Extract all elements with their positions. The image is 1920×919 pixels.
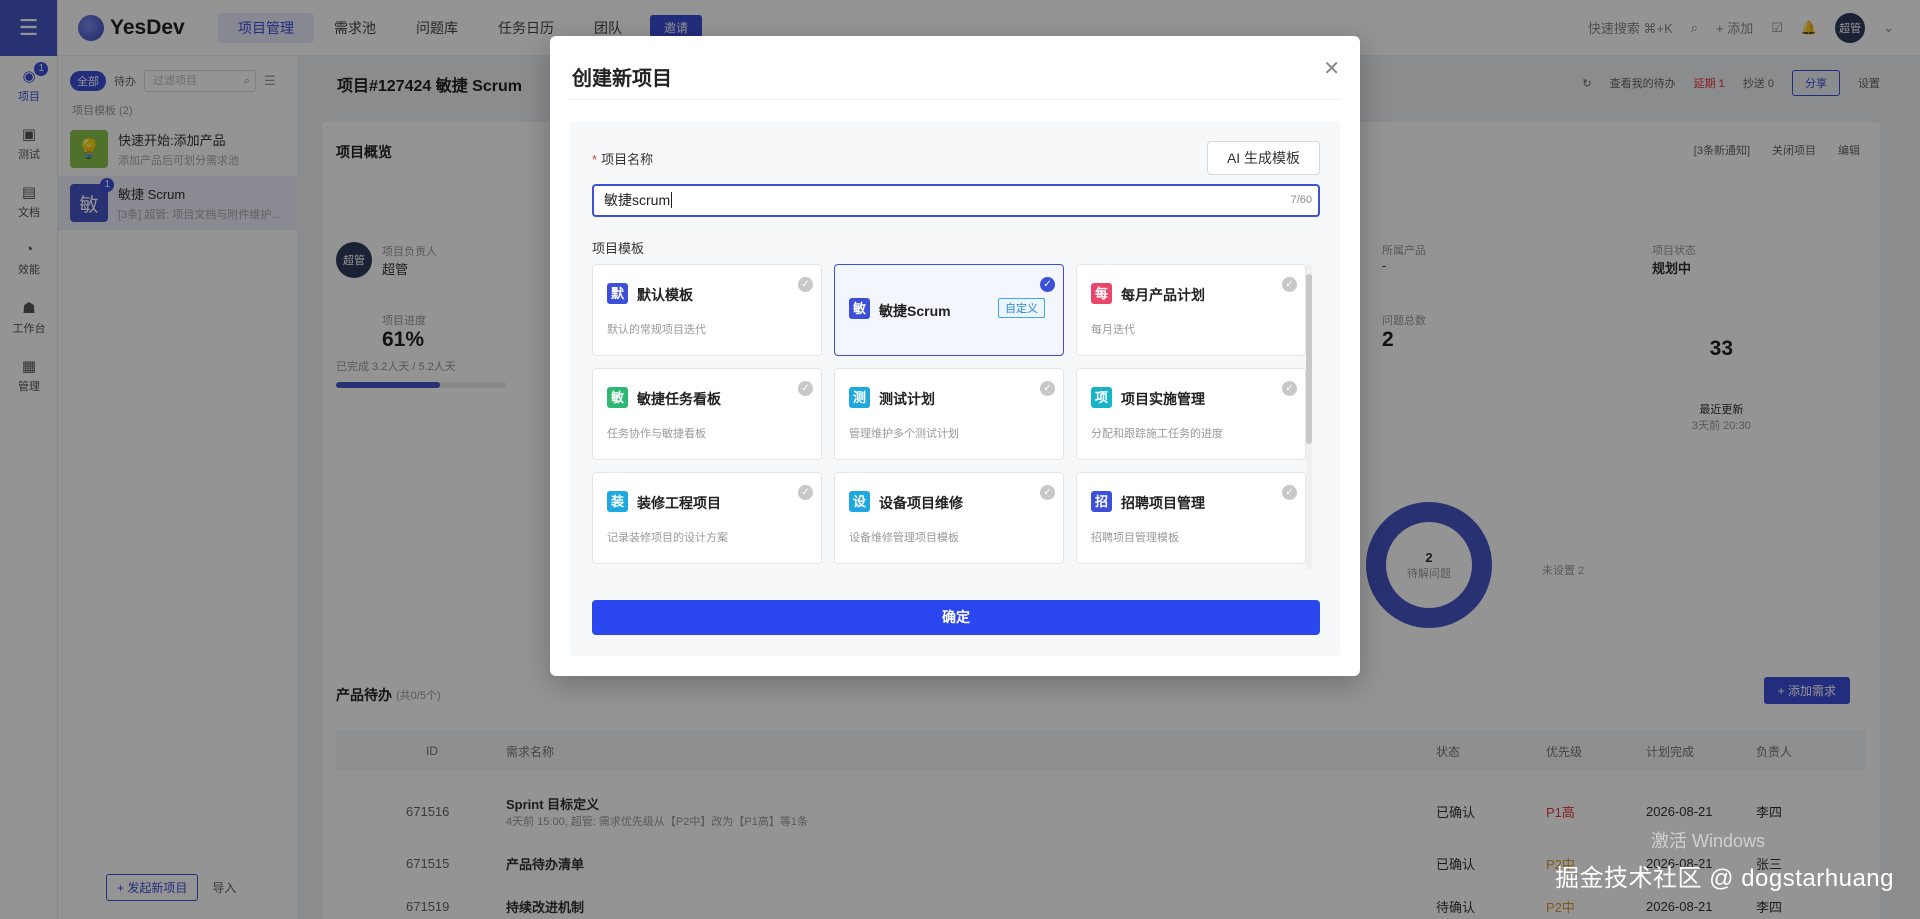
windows-watermark: 激活 Windows: [1650, 831, 1765, 851]
template-name: 招聘项目管理: [1121, 495, 1205, 511]
template-icon: 测: [849, 387, 870, 408]
template-desc: 设备维修管理项目模板: [849, 532, 959, 544]
template-name: 设备项目维修: [879, 495, 963, 511]
template-name: 项目实施管理: [1121, 391, 1205, 407]
community-watermark: 掘金技术社区 @ dogstarhuang: [1555, 865, 1894, 892]
project-name-input[interactable]: 敏捷scrum 7/60: [592, 184, 1320, 217]
template-name: 每月产品计划: [1121, 287, 1205, 303]
project-name-label: * 项目名称: [592, 149, 653, 168]
template-desc: 默认的常规项目迭代: [607, 324, 706, 336]
template-card-scrum[interactable]: 敏 敏捷Scrum 自定义 ✓: [834, 264, 1064, 356]
confirm-button[interactable]: 确定: [592, 600, 1320, 635]
template-icon: 设: [849, 491, 870, 512]
template-card-equipment[interactable]: 设 设备项目维修 设备维修管理项目模板 ✓: [834, 472, 1064, 564]
template-icon: 默: [607, 283, 628, 304]
check-circle-icon: ✓: [1282, 277, 1297, 292]
char-counter: 7/60: [1290, 194, 1312, 206]
template-icon: 每: [1091, 283, 1112, 304]
check-circle-icon: ✓: [1282, 485, 1297, 500]
template-name: 测试计划: [879, 391, 935, 407]
template-grid: 默 默认模板 默认的常规项目迭代 ✓ 敏 敏捷Scrum 自定义 ✓ 每 每月产…: [592, 264, 1312, 570]
modal-divider: [570, 99, 1340, 100]
check-circle-icon: ✓: [798, 485, 813, 500]
close-icon[interactable]: ✕: [1323, 56, 1340, 81]
template-desc: 任务协作与敏捷看板: [607, 428, 706, 440]
template-icon: 招: [1091, 491, 1112, 512]
create-project-form: * 项目名称 AI 生成模板 敏捷scrum 7/60 项目模板 默 默认模板 默…: [570, 121, 1340, 656]
text-cursor: [671, 192, 673, 208]
template-icon: 敏: [607, 387, 628, 408]
template-card-implementation[interactable]: 项 项目实施管理 分配和跟踪施工任务的进度 ✓: [1076, 368, 1306, 460]
template-card-monthly[interactable]: 每 每月产品计划 每月迭代 ✓: [1076, 264, 1306, 356]
template-card-kanban[interactable]: 敏 敏捷任务看板 任务协作与敏捷看板 ✓: [592, 368, 822, 460]
check-circle-icon: ✓: [1040, 485, 1055, 500]
template-icon: 装: [607, 491, 628, 512]
template-desc: 分配和跟踪施工任务的进度: [1091, 428, 1223, 440]
check-circle-icon: ✓: [798, 381, 813, 396]
project-name-value: 敏捷scrum: [604, 192, 671, 208]
required-mark: *: [592, 152, 598, 167]
create-project-modal: 创建新项目 ✕ * 项目名称 AI 生成模板 敏捷scrum 7/60 项目模板 …: [550, 36, 1360, 676]
check-circle-icon: ✓: [1282, 381, 1297, 396]
template-card-test-plan[interactable]: 测 测试计划 管理维护多个测试计划 ✓: [834, 368, 1064, 460]
template-name: 装修工程项目: [637, 495, 721, 511]
template-name: 默认模板: [637, 287, 693, 303]
template-desc: 管理维护多个测试计划: [849, 428, 959, 440]
template-card-default[interactable]: 默 默认模板 默认的常规项目迭代 ✓: [592, 264, 822, 356]
template-desc: 招聘项目管理模板: [1091, 532, 1179, 544]
check-circle-icon: ✓: [798, 277, 813, 292]
template-icon: 项: [1091, 387, 1112, 408]
check-circle-icon: ✓: [1040, 381, 1055, 396]
template-desc: 记录装修项目的设计方案: [607, 532, 728, 544]
template-label: 项目模板: [592, 241, 645, 256]
scrollbar-thumb[interactable]: [1306, 274, 1312, 444]
template-card-renovation[interactable]: 装 装修工程项目 记录装修项目的设计方案 ✓: [592, 472, 822, 564]
ai-generate-template-button[interactable]: AI 生成模板: [1207, 141, 1320, 175]
modal-title: 创建新项目: [572, 68, 672, 90]
template-name: 敏捷Scrum: [879, 303, 951, 319]
check-circle-icon: ✓: [1040, 277, 1055, 292]
template-name: 敏捷任务看板: [637, 391, 721, 407]
custom-tag: 自定义: [998, 298, 1045, 318]
template-icon: 敏: [849, 298, 870, 319]
template-desc: 每月迭代: [1091, 324, 1135, 336]
template-card-recruitment[interactable]: 招 招聘项目管理 招聘项目管理模板 ✓: [1076, 472, 1306, 564]
project-name-label-text: 项目名称: [601, 152, 654, 167]
template-scrollbar[interactable]: [1306, 264, 1312, 570]
